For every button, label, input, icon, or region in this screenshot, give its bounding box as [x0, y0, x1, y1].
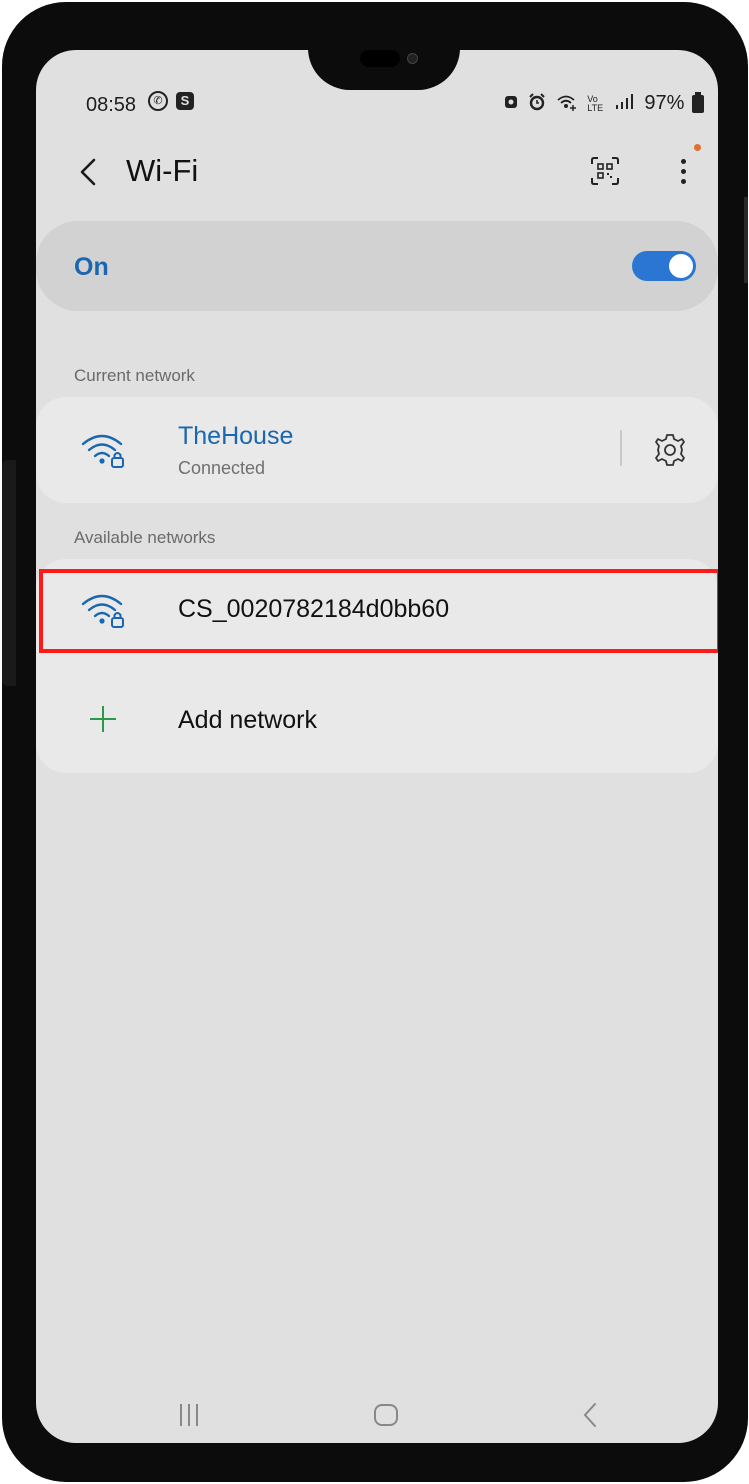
more-options-button[interactable]	[672, 154, 694, 190]
qr-scan-icon	[591, 157, 619, 185]
side-button	[744, 197, 748, 283]
divider	[620, 430, 622, 466]
volte-icon: Vo LTE	[587, 93, 604, 113]
current-network-name: TheHouse	[178, 422, 294, 450]
wifi-plus-icon	[556, 93, 578, 115]
status-time: 08:58	[86, 94, 137, 116]
battery-percent: 97%	[644, 92, 685, 115]
lock-icon	[503, 94, 519, 114]
home-button[interactable]	[374, 1404, 398, 1426]
signal-icon	[615, 93, 635, 114]
s-app-icon: S	[176, 92, 194, 110]
battery-icon	[692, 91, 704, 113]
page-title: Wi-Fi	[126, 153, 199, 188]
network-settings-button[interactable]	[650, 430, 690, 470]
highlight-box	[39, 569, 718, 653]
wifi-switch-label: On	[74, 253, 109, 281]
camera-icon	[407, 53, 418, 64]
camera-notch	[308, 50, 460, 90]
gear-icon	[655, 434, 685, 466]
add-network-button[interactable]	[36, 682, 718, 762]
chevron-left-icon	[80, 158, 96, 186]
nav-back-button[interactable]	[582, 1400, 598, 1430]
screen: 08:58 ✆ S Vo LTE 97% Wi-Fi On Current ne…	[36, 50, 718, 1443]
recent-apps-button[interactable]	[178, 1404, 200, 1426]
wifi-toggle[interactable]	[632, 251, 696, 281]
notification-dot	[694, 144, 701, 151]
current-network-header: Current network	[74, 366, 195, 385]
side-button	[2, 460, 16, 686]
status-right: Vo LTE 97%	[503, 91, 704, 115]
back-icon	[583, 1403, 596, 1427]
whatsapp-icon: ✆	[148, 91, 168, 111]
qr-scan-button[interactable]	[590, 156, 620, 186]
wifi-lock-icon	[81, 434, 124, 468]
phone-frame: 08:58 ✆ S Vo LTE 97% Wi-Fi On Current ne…	[2, 2, 748, 1482]
available-networks-header: Available networks	[74, 528, 216, 547]
wifi-master-switch-row[interactable]	[36, 221, 718, 311]
plus-icon	[90, 706, 116, 732]
current-network-status: Connected	[178, 458, 266, 478]
alarm-icon	[528, 93, 546, 115]
add-network-label: Add network	[178, 706, 317, 734]
back-button[interactable]	[74, 152, 104, 192]
